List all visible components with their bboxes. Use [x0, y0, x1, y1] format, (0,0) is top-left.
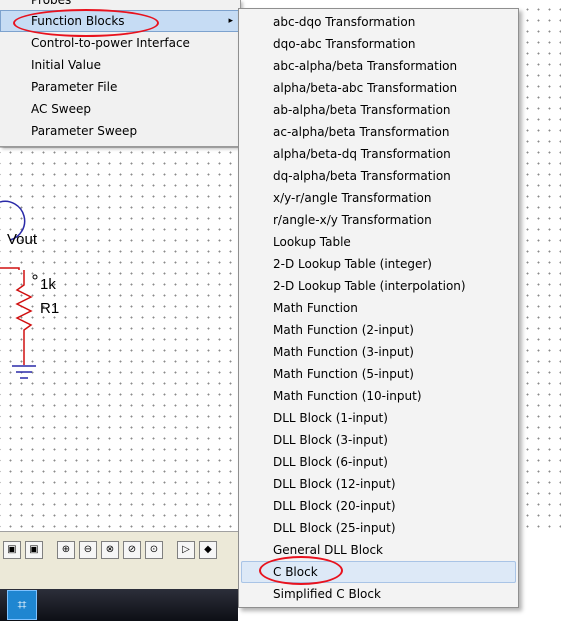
- submenu-item-abc-alpha-beta[interactable]: abc-alpha/beta Transformation: [241, 55, 516, 77]
- meter-icon-1[interactable]: ▣: [3, 541, 21, 559]
- submenu-item-dll-block-20[interactable]: DLL Block (20-input): [241, 495, 516, 517]
- resistor-symbol: [15, 270, 33, 365]
- menu-item-label: AC Sweep: [31, 102, 92, 116]
- submenu-item-ac-alpha-beta[interactable]: ac-alpha/beta Transformation: [241, 121, 516, 143]
- submenu-item-label: DLL Block (6-input): [273, 455, 388, 469]
- submenu-item-label: x/y-r/angle Transformation: [273, 191, 432, 205]
- submenu-item-2d-lookup-interpolation[interactable]: 2-D Lookup Table (interpolation): [241, 275, 516, 297]
- submenu-item-xy-r-angle[interactable]: x/y-r/angle Transformation: [241, 187, 516, 209]
- submenu-item-label: DLL Block (12-input): [273, 477, 396, 491]
- submenu-item-math-function-2[interactable]: Math Function (2-input): [241, 319, 516, 341]
- submenu-item-dll-block-3[interactable]: DLL Block (3-input): [241, 429, 516, 451]
- probe-icon-3[interactable]: ⊗: [101, 541, 119, 559]
- submenu-item-alpha-beta-dq[interactable]: alpha/beta-dq Transformation: [241, 143, 516, 165]
- element-toolbar: ▣ ▣ ⊕ ⊖ ⊗ ⊘ ⊙ ▷ ◆: [0, 531, 238, 590]
- probe-icon-5[interactable]: ⊙: [145, 541, 163, 559]
- node-label: Vout: [7, 231, 38, 248]
- menu-item-label: Initial Value: [31, 58, 101, 72]
- resistor-value: 1k: [40, 276, 56, 293]
- submenu-item-dqo-abc[interactable]: dqo-abc Transformation: [241, 33, 516, 55]
- app-taskbar-icon[interactable]: ⌗: [7, 590, 37, 620]
- submenu-item-dq-alpha-beta[interactable]: dq-alpha/beta Transformation: [241, 165, 516, 187]
- submenu-item-label: dqo-abc Transformation: [273, 37, 416, 51]
- function-blocks-submenu: abc-dqo Transformation dqo-abc Transform…: [238, 8, 519, 608]
- annotation-ellipse-c-block: [259, 556, 343, 585]
- menu-item-parameter-file[interactable]: Parameter File: [0, 76, 240, 98]
- resistor-name: R1: [40, 300, 60, 317]
- submenu-item-label: Math Function: [273, 301, 358, 315]
- submenu-item-dll-block-25[interactable]: DLL Block (25-input): [241, 517, 516, 539]
- submenu-item-label: DLL Block (25-input): [273, 521, 396, 535]
- menu-item-ac-sweep[interactable]: AC Sweep: [0, 98, 240, 120]
- submenu-item-label: 2-D Lookup Table (integer): [273, 257, 432, 271]
- submenu-item-label: abc-dqo Transformation: [273, 15, 416, 29]
- submenu-item-label: DLL Block (20-input): [273, 499, 396, 513]
- menu-item-label: Parameter Sweep: [31, 124, 138, 138]
- menu-item-parameter-sweep[interactable]: Parameter Sweep: [0, 120, 240, 142]
- diode-icon[interactable]: ▷: [177, 541, 195, 559]
- submenu-item-math-function[interactable]: Math Function: [241, 297, 516, 319]
- submenu-item-label: r/angle-x/y Transformation: [273, 213, 432, 227]
- submenu-item-label: Math Function (5-input): [273, 367, 414, 381]
- submenu-item-label: DLL Block (1-input): [273, 411, 388, 425]
- submenu-item-dll-block-12[interactable]: DLL Block (12-input): [241, 473, 516, 495]
- meter-icon-2[interactable]: ▣: [25, 541, 43, 559]
- submenu-item-lookup-table[interactable]: Lookup Table: [241, 231, 516, 253]
- probe-icon-4[interactable]: ⊘: [123, 541, 141, 559]
- canvas-divider: [0, 147, 240, 148]
- taskbar: ⌗: [0, 589, 238, 621]
- wire: [0, 267, 20, 270]
- submenu-arrow-icon: ▸: [228, 16, 233, 26]
- submenu-item-label: alpha/beta-abc Transformation: [273, 81, 458, 95]
- submenu-item-label: dq-alpha/beta Transformation: [273, 169, 451, 183]
- transistor-icon[interactable]: ◆: [199, 541, 217, 559]
- menu-item-label: Parameter File: [31, 80, 118, 94]
- submenu-item-label: Math Function (2-input): [273, 323, 414, 337]
- submenu-item-label: Lookup Table: [273, 235, 351, 249]
- submenu-item-label: alpha/beta-dq Transformation: [273, 147, 451, 161]
- submenu-item-label: 2-D Lookup Table (interpolation): [273, 279, 466, 293]
- submenu-item-label: ab-alpha/beta Transformation: [273, 103, 451, 117]
- submenu-item-dll-block-1[interactable]: DLL Block (1-input): [241, 407, 516, 429]
- submenu-item-math-function-5[interactable]: Math Function (5-input): [241, 363, 516, 385]
- submenu-item-math-function-3[interactable]: Math Function (3-input): [241, 341, 516, 363]
- submenu-item-r-angle-xy[interactable]: r/angle-x/y Transformation: [241, 209, 516, 231]
- submenu-item-math-function-10[interactable]: Math Function (10-input): [241, 385, 516, 407]
- submenu-item-label: Math Function (3-input): [273, 345, 414, 359]
- submenu-item-ab-alpha-beta[interactable]: ab-alpha/beta Transformation: [241, 99, 516, 121]
- annotation-ellipse-function-blocks: [13, 9, 159, 37]
- current-probe-icon[interactable]: ⊖: [79, 541, 97, 559]
- menu-item-initial-value[interactable]: Initial Value: [0, 54, 240, 76]
- submenu-item-simplified-c-block[interactable]: Simplified C Block: [241, 583, 516, 605]
- submenu-item-dll-block-6[interactable]: DLL Block (6-input): [241, 451, 516, 473]
- submenu-item-label: DLL Block (3-input): [273, 433, 388, 447]
- submenu-item-label: abc-alpha/beta Transformation: [273, 59, 458, 73]
- schematic-drawing: [0, 200, 38, 379]
- terminal-dot: [32, 274, 38, 280]
- submenu-item-2d-lookup-integer[interactable]: 2-D Lookup Table (integer): [241, 253, 516, 275]
- submenu-item-abc-dqo[interactable]: abc-dqo Transformation: [241, 11, 516, 33]
- submenu-item-alpha-beta-abc[interactable]: alpha/beta-abc Transformation: [241, 77, 516, 99]
- submenu-item-label: Simplified C Block: [273, 587, 381, 601]
- submenu-item-label: Math Function (10-input): [273, 389, 422, 403]
- voltage-probe-icon[interactable]: ⊕: [57, 541, 75, 559]
- submenu-item-label: ac-alpha/beta Transformation: [273, 125, 450, 139]
